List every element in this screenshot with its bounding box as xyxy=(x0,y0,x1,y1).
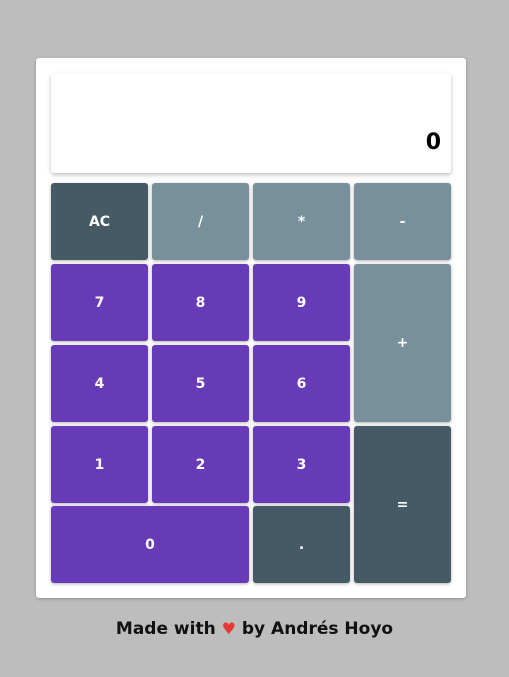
digit-9-button[interactable]: 9 xyxy=(253,264,350,341)
digit-3-button[interactable]: 3 xyxy=(253,426,350,503)
heart-icon: ♥ xyxy=(221,619,236,638)
divide-button[interactable]: / xyxy=(152,183,249,260)
multiply-button[interactable]: * xyxy=(253,183,350,260)
digit-4-button[interactable]: 4 xyxy=(51,345,148,422)
display-value: 0 xyxy=(425,130,441,155)
add-button[interactable]: + xyxy=(354,264,451,422)
equals-button[interactable]: = xyxy=(354,426,451,583)
footer-prefix: Made with xyxy=(115,619,216,639)
digit-6-button[interactable]: 6 xyxy=(253,345,350,422)
subtract-button[interactable]: - xyxy=(354,183,451,260)
clear-button[interactable]: AC xyxy=(51,183,148,260)
decimal-button[interactable]: . xyxy=(253,506,350,583)
digit-8-button[interactable]: 8 xyxy=(152,264,249,341)
footer-credit: Made with ♥ by Andrés Hoyo xyxy=(0,619,509,639)
calculator: 0 AC / * - 7 8 9 + 4 5 6 1 2 3 = 0 . xyxy=(36,58,466,598)
digit-7-button[interactable]: 7 xyxy=(51,264,148,341)
digit-5-button[interactable]: 5 xyxy=(152,345,249,422)
digit-2-button[interactable]: 2 xyxy=(152,426,249,503)
digit-0-button[interactable]: 0 xyxy=(51,506,249,583)
digit-1-button[interactable]: 1 xyxy=(51,426,148,503)
footer-suffix: by Andrés Hoyo xyxy=(241,619,394,639)
display: 0 xyxy=(51,73,451,173)
